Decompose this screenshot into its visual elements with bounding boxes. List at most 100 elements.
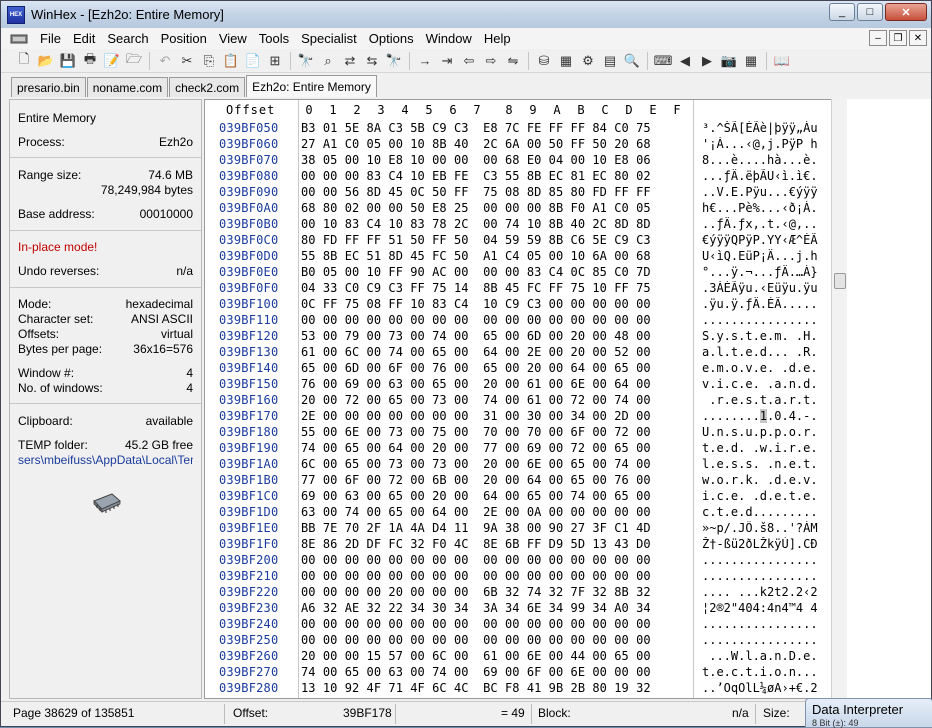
app-menu-icon[interactable] <box>10 32 28 46</box>
row-ascii[interactable]: €ýÿÿQPÿP.YY‹Æ^ÉÃ <box>702 233 840 247</box>
row-hex-bytes[interactable]: 55 8B EC 51 8D 45 FC 50 A1 C4 05 00 10 6… <box>301 249 651 263</box>
row-ascii[interactable]: Ž†-ßü2ðLŽkÿÙ].CÐ <box>702 537 840 551</box>
row-ascii[interactable]: ¦2®2"404:4n4™4 4 <box>702 601 840 615</box>
row-hex-bytes[interactable]: 74 00 65 00 63 00 74 00 69 00 6F 00 6E 0… <box>301 665 651 679</box>
row-hex-bytes[interactable]: 00 00 56 8D 45 0C 50 FF 75 08 8D 85 80 F… <box>301 185 651 199</box>
row-ascii[interactable]: c.t.e.d......... <box>702 505 840 519</box>
copy-icon[interactable]: ⎘ <box>198 51 220 71</box>
hex-converter-icon[interactable]: ⌨ <box>652 51 674 71</box>
row-ascii[interactable]: S.y.s.t.e.m. .H. <box>702 329 840 343</box>
hex-row[interactable]: 039BF1F0 8E 86 2D DF FC 32 F0 4C 8E 6B FF… <box>205 537 846 553</box>
menu-specialist[interactable]: Specialist <box>295 31 363 46</box>
scroll-thumb[interactable] <box>834 273 846 289</box>
tools-icon[interactable]: ⚙ <box>577 51 599 71</box>
menu-tools[interactable]: Tools <box>253 31 295 46</box>
hex-row[interactable]: 039BF150 76 00 69 00 63 00 65 00 20 00 61… <box>205 377 846 393</box>
hex-row[interactable]: 039BF220 00 00 00 00 20 00 00 00 6B 32 74… <box>205 585 846 601</box>
row-ascii[interactable]: ................ <box>702 633 840 647</box>
row-hex-bytes[interactable]: 00 00 00 83 C4 10 EB FE C3 55 8B EC 81 E… <box>301 169 651 183</box>
row-hex-bytes[interactable]: 0C FF 75 08 FF 10 83 C4 10 C9 C3 00 00 0… <box>301 297 651 311</box>
menu-options[interactable]: Options <box>363 31 420 46</box>
goto-page-icon[interactable]: ⇥ <box>436 51 458 71</box>
row-ascii[interactable]: ................ <box>702 553 840 567</box>
hex-row[interactable]: 039BF280 13 10 92 4F 71 4F 6C 4C BC F8 41… <box>205 681 846 697</box>
title-bar[interactable]: HEX WinHex - [Ezh2o: Entire Memory] _ □ … <box>1 1 931 28</box>
hex-row[interactable]: 039BF0A0 68 80 02 00 00 50 E8 25 00 00 00… <box>205 201 846 217</box>
row-hex-bytes[interactable]: 20 00 72 00 65 00 73 00 74 00 61 00 72 0… <box>301 393 651 407</box>
row-hex-bytes[interactable]: BB 7E 70 2F 1A 4A D4 11 9A 38 00 90 27 3… <box>301 521 651 535</box>
row-ascii[interactable]: t.e.d. .w.i.r.e. <box>702 441 840 455</box>
hex-row[interactable]: 039BF0B0 00 10 83 C4 10 83 78 2C 00 74 10… <box>205 217 846 233</box>
maximize-button[interactable]: □ <box>857 3 883 21</box>
row-ascii[interactable]: °...ÿ.¬...ƒÄ.…À} <box>702 265 840 279</box>
camera-icon[interactable]: 📷 <box>718 51 740 71</box>
row-ascii[interactable]: ³.^ŠÃ[ÉÃè|þÿÿ„Àu <box>702 121 840 135</box>
row-ascii[interactable]: .... ...k2t2.2‹2 <box>702 585 840 599</box>
row-ascii[interactable]: .3ÀÉÃÿu.‹Eüÿu.ÿu <box>702 281 840 295</box>
row-ascii[interactable]: .ÿu.ÿ.ƒÄ.ÉÃ..... <box>702 297 840 311</box>
undo-icon[interactable]: ↶ <box>154 51 176 71</box>
hex-row[interactable]: 039BF260 20 00 00 15 57 00 6C 00 61 00 6E… <box>205 649 846 665</box>
row-hex-bytes[interactable]: B0 05 00 10 FF 90 AC 00 00 00 83 C4 0C 8… <box>301 265 651 279</box>
menu-position[interactable]: Position <box>155 31 213 46</box>
row-hex-bytes[interactable]: 8E 86 2D DF FC 32 F0 4C 8E 6B FF D9 5D 1… <box>301 537 651 551</box>
hex-row[interactable]: 039BF180 55 00 6E 00 73 00 75 00 70 00 70… <box>205 425 846 441</box>
close-button[interactable]: ✕ <box>885 3 927 21</box>
row-hex-bytes[interactable]: 2E 00 00 00 00 00 00 00 31 00 30 00 34 0… <box>301 409 651 423</box>
hex-row[interactable]: 039BF1A0 6C 00 65 00 73 00 73 00 20 00 6E… <box>205 457 846 473</box>
row-hex-bytes[interactable]: B3 01 5E 8A C3 5B C9 C3 E8 7C FE FF FF 8… <box>301 121 651 135</box>
hex-row[interactable]: 039BF100 0C FF 75 08 FF 10 83 C4 10 C9 C3… <box>205 297 846 313</box>
hex-row[interactable]: 039BF210 00 00 00 00 00 00 00 00 00 00 00… <box>205 569 846 585</box>
data-interpreter-window[interactable]: Data Interpreter 8 Bit (±): 49 <box>805 698 932 728</box>
row-hex-bytes[interactable]: A6 32 AE 32 22 34 30 34 3A 34 6E 34 99 3… <box>301 601 651 615</box>
vertical-scrollbar[interactable] <box>831 99 847 699</box>
previous-icon[interactable]: ◀ <box>674 51 696 71</box>
row-hex-bytes[interactable]: 74 00 65 00 64 00 20 00 77 00 69 00 72 0… <box>301 441 651 455</box>
new-file-icon[interactable]: 🗋 <box>13 51 35 71</box>
row-hex-bytes[interactable]: 38 05 00 10 E8 10 00 00 00 68 E0 04 00 1… <box>301 153 651 167</box>
row-ascii[interactable]: ..V.E.Pÿu...€ýÿÿ <box>702 185 840 199</box>
doc-restore-icon[interactable]: ❐ <box>889 30 907 46</box>
hex-row[interactable]: 039BF1C0 69 00 63 00 65 00 20 00 64 00 65… <box>205 489 846 505</box>
row-hex-bytes[interactable]: 00 00 00 00 00 00 00 00 00 00 00 00 00 0… <box>301 553 651 567</box>
menu-edit[interactable]: Edit <box>67 31 101 46</box>
paste-icon[interactable]: 📋 <box>220 51 242 71</box>
row-hex-bytes[interactable]: 53 00 79 00 73 00 74 00 65 00 6D 00 20 0… <box>301 329 651 343</box>
hex-editor-view[interactable]: Offset 0 1 2 3 4 5 6 7 8 9 A B C D E F 039BF050 B3 01 5E… <box>204 99 847 699</box>
row-ascii[interactable]: ...W.l.a.n.D.e. <box>702 649 840 663</box>
print-icon[interactable]: 🖶 <box>79 51 101 71</box>
menu-file[interactable]: File <box>34 31 67 46</box>
hex-row[interactable]: 039BF130 61 00 6C 00 74 00 65 00 64 00 2E… <box>205 345 846 361</box>
hex-row[interactable]: 039BF090 00 00 56 8D 45 0C 50 FF 75 08 8D… <box>205 185 846 201</box>
back-icon[interactable]: ⇦ <box>458 51 480 71</box>
row-ascii[interactable]: 8...è....hà...è. <box>702 153 840 167</box>
open-disk-icon[interactable]: ⛁ <box>533 51 555 71</box>
open-folder-icon[interactable]: 🗁 <box>123 51 145 71</box>
menu-search[interactable]: Search <box>101 31 154 46</box>
tab-check2[interactable]: check2.com <box>169 77 246 97</box>
row-hex-bytes[interactable]: 00 00 00 00 00 00 00 00 00 00 00 00 00 0… <box>301 617 651 631</box>
row-ascii[interactable]: ................ <box>702 313 840 327</box>
row-ascii[interactable]: l.e.s.s. .n.e.t. <box>702 457 840 471</box>
row-ascii[interactable]: .r.e.s.t.a.r.t. <box>702 393 840 407</box>
hex-row[interactable]: 039BF050 B3 01 5E 8A C3 5B C9 C3 E8 7C FE… <box>205 121 846 137</box>
row-ascii[interactable]: ...ƒÄ.ëþÃU‹ì.ì€. <box>702 169 840 183</box>
row-ascii[interactable]: t.e.c.t.i.o.n... <box>702 665 840 679</box>
row-ascii[interactable]: a.l.t.e.d... .R. <box>702 345 840 359</box>
row-ascii[interactable]: '¡À...‹@,j.PÿP h <box>702 137 840 151</box>
open-ram-icon[interactable]: ▦ <box>555 51 577 71</box>
row-ascii[interactable]: U.n.s.u.p.p.o.r. <box>702 425 840 439</box>
forward-icon[interactable]: ⇨ <box>480 51 502 71</box>
row-hex-bytes[interactable]: 04 33 C0 C9 C3 FF 75 14 8B 45 FC FF 75 1… <box>301 281 651 295</box>
row-ascii[interactable]: ................ <box>702 569 840 583</box>
hex-row[interactable]: 039BF230 A6 32 AE 32 22 34 30 34 3A 34 6E… <box>205 601 846 617</box>
replace-text-icon[interactable]: ⇄ <box>339 51 361 71</box>
row-hex-bytes[interactable]: 76 00 69 00 63 00 65 00 20 00 61 00 6E 0… <box>301 377 651 391</box>
hex-row[interactable]: 039BF240 00 00 00 00 00 00 00 00 00 00 00… <box>205 617 846 633</box>
row-hex-bytes[interactable]: 55 00 6E 00 73 00 75 00 70 00 70 00 6F 0… <box>301 425 651 439</box>
menu-help[interactable]: Help <box>478 31 517 46</box>
row-ascii[interactable]: U‹ìQ.EüP¡Ä...j.h <box>702 249 840 263</box>
row-hex-bytes[interactable]: 20 00 00 15 57 00 6C 00 61 00 6E 00 44 0… <box>301 649 651 663</box>
find-hex-icon[interactable]: ⌕ <box>317 51 339 71</box>
doc-close-icon[interactable]: ✕ <box>909 30 927 46</box>
